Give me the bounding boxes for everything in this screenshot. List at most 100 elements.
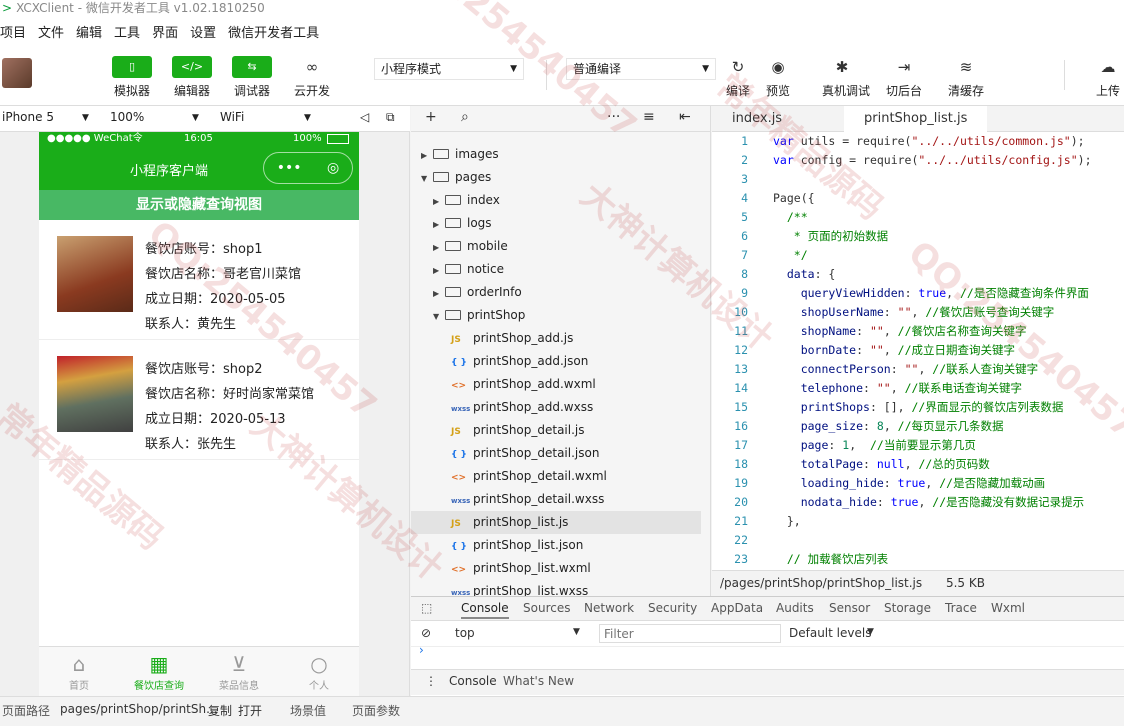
chevron-right-icon[interactable]: ▶ bbox=[433, 190, 445, 213]
compile-button[interactable]: ↻ 编译 bbox=[718, 56, 758, 99]
chevron-down-icon[interactable]: ▼ bbox=[433, 305, 445, 328]
cloud-button[interactable]: ∞ 云开发 bbox=[292, 56, 332, 99]
tree-item-label: mobile bbox=[467, 239, 508, 253]
upload-button[interactable]: ☁ 上传 bbox=[1088, 56, 1124, 99]
capsule-menu[interactable]: ••• ◎ bbox=[263, 152, 353, 184]
tab-printshop-list-js[interactable]: printShop_list.js bbox=[844, 106, 988, 132]
json-file-icon: { } bbox=[451, 450, 467, 460]
editor-button[interactable]: </> 编辑器 bbox=[172, 56, 212, 99]
detach-icon[interactable]: ⧉ bbox=[386, 110, 395, 125]
tab-wxml[interactable]: Wxml bbox=[991, 601, 1025, 615]
tab-security[interactable]: Security bbox=[648, 601, 697, 615]
network-select[interactable]: WiFi bbox=[220, 110, 244, 124]
shop-list-item[interactable]: 餐饮店账号：shop2 餐饮店名称：好时尚家常菜馆 成立日期：2020-05-1… bbox=[39, 340, 359, 460]
tab-index-js[interactable]: index.js bbox=[712, 106, 802, 132]
menu-settings[interactable]: 设置 bbox=[190, 22, 216, 41]
more-icon[interactable]: ⋮ bbox=[425, 674, 437, 688]
grid-icon: ▦ bbox=[149, 652, 169, 676]
tree-file[interactable]: JS printShop_list.js bbox=[411, 511, 701, 534]
tree-folder[interactable]: ▶ mobile bbox=[411, 235, 701, 258]
tree-file[interactable]: JS printShop_add.js bbox=[411, 327, 701, 350]
tab-sources[interactable]: Sources bbox=[523, 601, 570, 615]
menu-tools[interactable]: 工具 bbox=[114, 22, 140, 41]
sort-icon[interactable]: ≡ bbox=[643, 109, 655, 125]
user-avatar[interactable] bbox=[2, 58, 32, 88]
chevron-right-icon[interactable]: ▶ bbox=[433, 213, 445, 236]
add-icon[interactable]: + bbox=[425, 109, 437, 125]
tree-file[interactable]: { } printShop_add.json bbox=[411, 350, 701, 373]
simulator-button[interactable]: ▯ 模拟器 bbox=[112, 56, 152, 99]
tree-file[interactable]: JS printShop_detail.js bbox=[411, 419, 701, 442]
menu-project[interactable]: 项目 bbox=[0, 22, 26, 41]
tree-folder[interactable]: ▼ pages bbox=[411, 166, 701, 189]
chevron-right-icon[interactable]: ▶ bbox=[433, 236, 445, 259]
shop-list-item[interactable]: 餐饮店账号：shop1 餐饮店名称：哥老官川菜馆 成立日期：2020-05-05… bbox=[39, 220, 359, 340]
device-select[interactable]: iPhone 5 bbox=[2, 110, 54, 124]
console-prompt[interactable]: › bbox=[419, 643, 424, 657]
menu-file[interactable]: 文件 bbox=[38, 22, 64, 41]
preview-button[interactable]: ◉ 预览 bbox=[758, 56, 798, 99]
chevron-down-icon: ▼ bbox=[573, 627, 580, 637]
scene-value-button[interactable]: 场景值 bbox=[290, 702, 326, 719]
tree-folder[interactable]: ▶ orderInfo bbox=[411, 281, 701, 304]
tree-file[interactable]: <> printShop_list.wxml bbox=[411, 557, 701, 580]
bug-icon: ✱ bbox=[829, 56, 855, 78]
toggle-query-view-button[interactable]: 显示或隐藏查询视图 bbox=[39, 190, 359, 220]
drawer-tab-console[interactable]: Console bbox=[449, 674, 497, 688]
tree-folder[interactable]: ▶ index bbox=[411, 189, 701, 212]
tree-folder[interactable]: ▶ logs bbox=[411, 212, 701, 235]
chevron-right-icon[interactable]: ▶ bbox=[433, 259, 445, 282]
tree-file[interactable]: wxss printShop_detail.wxss bbox=[411, 488, 701, 511]
tree-file[interactable]: wxss printShop_add.wxss bbox=[411, 396, 701, 419]
log-level-select[interactable]: Default levels bbox=[789, 626, 871, 640]
tab-trace[interactable]: Trace bbox=[945, 601, 977, 615]
zoom-select[interactable]: 100% bbox=[110, 110, 144, 124]
inspect-icon[interactable]: ⬚ bbox=[421, 601, 432, 615]
menu-edit[interactable]: 编辑 bbox=[76, 22, 102, 41]
chevron-right-icon[interactable]: ▶ bbox=[433, 282, 445, 305]
mode-select[interactable]: 小程序模式 ▼ bbox=[374, 58, 524, 80]
tab-home[interactable]: ⌂ 首页 bbox=[39, 647, 119, 696]
close-icon[interactable]: ◎ bbox=[327, 160, 339, 176]
chevron-right-icon[interactable]: ▶ bbox=[421, 144, 433, 167]
page-params-button[interactable]: 页面参数 bbox=[352, 702, 400, 719]
chevron-down-icon[interactable]: ▼ bbox=[421, 167, 433, 190]
background-button[interactable]: ⇥ 切后台 bbox=[884, 56, 924, 99]
tab-network[interactable]: Network bbox=[584, 601, 634, 615]
tree-file[interactable]: <> printShop_detail.wxml bbox=[411, 465, 701, 488]
tab-shop-query[interactable]: ▦ 餐饮店查询 bbox=[119, 647, 199, 696]
tab-storage[interactable]: Storage bbox=[884, 601, 931, 615]
tab-profile[interactable]: ○ 个人 bbox=[279, 647, 359, 696]
menu-view[interactable]: 界面 bbox=[152, 22, 178, 41]
tree-file[interactable]: <> printShop_add.wxml bbox=[411, 373, 701, 396]
tab-appdata[interactable]: AppData bbox=[711, 601, 763, 615]
tree-folder[interactable]: ▶ notice bbox=[411, 258, 701, 281]
remote-debug-button[interactable]: ✱ 真机调试 bbox=[822, 56, 870, 99]
search-icon[interactable]: ⌕ bbox=[461, 109, 469, 125]
context-select[interactable]: top bbox=[455, 626, 475, 640]
tree-file[interactable]: { } printShop_detail.json bbox=[411, 442, 701, 465]
wxml-file-icon: <> bbox=[451, 473, 467, 483]
tree-file[interactable]: { } printShop_list.json bbox=[411, 534, 701, 557]
tree-folder[interactable]: ▶ images bbox=[411, 143, 701, 166]
copy-path-link[interactable]: 复制 bbox=[208, 702, 232, 719]
tab-audits[interactable]: Audits bbox=[776, 601, 814, 615]
tab-dishes[interactable]: ⊻ 菜品信息 bbox=[199, 647, 279, 696]
more-icon[interactable]: ··· bbox=[607, 109, 620, 125]
clear-console-icon[interactable]: ⊘ bbox=[421, 626, 431, 640]
code-area[interactable]: 1 var utils = require("../../utils/common… bbox=[712, 132, 1124, 570]
debugger-button[interactable]: ⇆ 调试器 bbox=[232, 56, 272, 99]
clear-cache-button[interactable]: ≋ 清缓存 bbox=[946, 56, 986, 99]
collapse-icon[interactable]: ⇤ bbox=[679, 109, 691, 125]
tab-sensor[interactable]: Sensor bbox=[829, 601, 870, 615]
volume-icon[interactable]: ◁ bbox=[360, 110, 369, 124]
json-file-icon: { } bbox=[451, 358, 467, 368]
tree-folder[interactable]: ▼ printShop bbox=[411, 304, 701, 327]
tab-console[interactable]: Console bbox=[461, 601, 509, 619]
drawer-tab-whats-new[interactable]: What's New bbox=[503, 674, 574, 688]
menu-wechat-devtools[interactable]: 微信开发者工具 bbox=[228, 22, 319, 41]
open-path-link[interactable]: 打开 bbox=[238, 702, 262, 719]
more-icon[interactable]: ••• bbox=[277, 160, 302, 176]
compile-mode-select[interactable]: 普通编译 ▼ bbox=[566, 58, 716, 80]
console-filter-input[interactable] bbox=[599, 624, 781, 643]
